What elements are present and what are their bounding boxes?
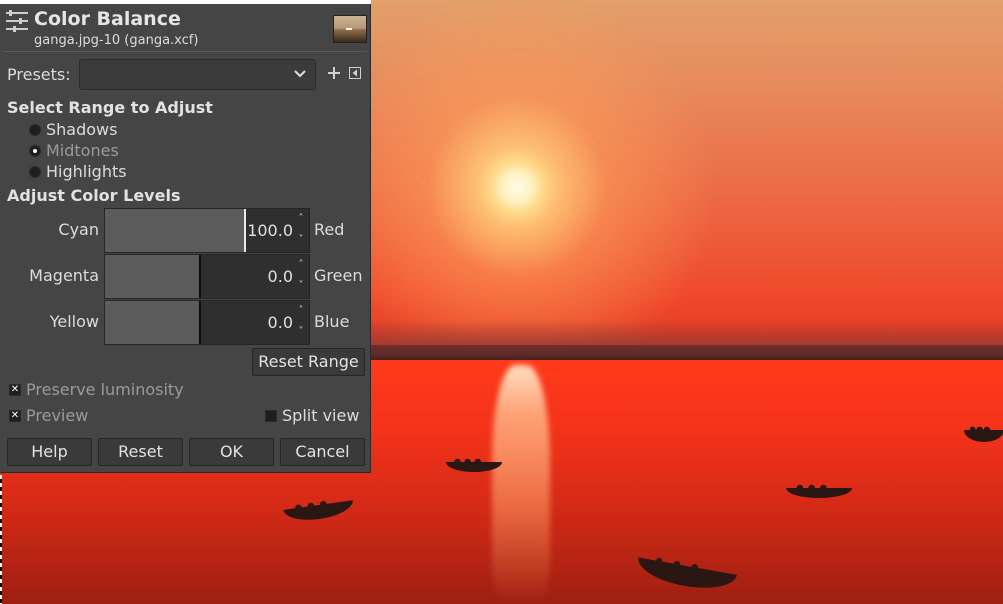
chevron-down-icon: [294, 70, 306, 78]
dialog-top-edge: [0, 0, 371, 4]
reset-range-button[interactable]: Reset Range: [252, 348, 365, 376]
dialog-subtitle: ganga.jpg-10 (ganga.xcf): [34, 33, 199, 48]
range-section-title: Select Range to Adjust: [7, 98, 213, 117]
radio-highlights[interactable]: [29, 166, 41, 178]
slider-left-label-cyan: Cyan: [58, 220, 99, 239]
spin-up-icon[interactable]: ˄: [295, 301, 307, 322]
sun-reflection: [492, 365, 550, 604]
triangle-left-icon[interactable]: [347, 66, 363, 82]
plus-icon[interactable]: [326, 66, 342, 82]
slider-marker: [199, 301, 201, 344]
magenta-green-value[interactable]: 0.0: [268, 267, 293, 286]
slider-right-label-red: Red: [314, 220, 345, 239]
spin-buttons[interactable]: ˄ ˅: [295, 301, 307, 344]
reset-button[interactable]: Reset: [98, 438, 183, 466]
image-thumbnail: [333, 15, 367, 43]
magenta-green-slider[interactable]: 0.0 ˄ ˅: [104, 254, 310, 299]
spin-up-icon[interactable]: ˄: [295, 255, 307, 276]
spin-buttons[interactable]: ˄ ˅: [295, 209, 307, 252]
slider-left-label-magenta: Magenta: [29, 266, 99, 285]
cyan-red-value[interactable]: 100.0: [247, 221, 293, 240]
header-divider: [4, 51, 367, 52]
help-button[interactable]: Help: [7, 438, 92, 466]
ok-button[interactable]: OK: [189, 438, 274, 466]
presets-combo[interactable]: [79, 59, 316, 90]
radio-label-midtones[interactable]: Midtones: [46, 141, 119, 160]
yellow-blue-slider[interactable]: 0.0 ˄ ˅: [104, 300, 310, 345]
spin-down-icon[interactable]: ˅: [295, 276, 307, 297]
preview-label[interactable]: Preview: [26, 406, 88, 425]
slider-fill: [105, 255, 199, 298]
spin-down-icon[interactable]: ˅: [295, 322, 307, 343]
slider-marker: [199, 255, 201, 298]
preserve-luminosity-label[interactable]: Preserve luminosity: [26, 380, 184, 399]
slider-fill: [105, 301, 199, 344]
radio-midtones[interactable]: [29, 145, 41, 157]
preview-checkbox[interactable]: ✕: [9, 410, 21, 422]
radio-shadows[interactable]: [29, 124, 41, 136]
slider-right-label-blue: Blue: [314, 312, 350, 331]
split-view-checkbox[interactable]: [265, 410, 277, 422]
radio-label-shadows[interactable]: Shadows: [46, 120, 117, 139]
slider-right-label-green: Green: [314, 266, 363, 285]
cancel-button[interactable]: Cancel: [280, 438, 365, 466]
color-balance-dialog: Color Balance ganga.jpg-10 (ganga.xcf) P…: [0, 0, 371, 473]
color-balance-icon: [6, 10, 28, 32]
spin-up-icon[interactable]: ˄: [295, 209, 307, 230]
selection-marching-ants: [0, 475, 2, 604]
levels-section-title: Adjust Color Levels: [7, 186, 181, 205]
presets-label: Presets:: [7, 65, 71, 84]
spin-buttons[interactable]: ˄ ˅: [295, 255, 307, 298]
split-view-label[interactable]: Split view: [282, 406, 359, 425]
slider-marker: [244, 209, 246, 252]
cyan-red-slider[interactable]: 100.0 ˄ ˅: [104, 208, 310, 253]
preserve-luminosity-checkbox[interactable]: ✕: [9, 384, 21, 396]
spin-down-icon[interactable]: ˅: [295, 230, 307, 251]
slider-fill: [105, 209, 245, 252]
radio-label-highlights[interactable]: Highlights: [46, 162, 127, 181]
yellow-blue-value[interactable]: 0.0: [268, 313, 293, 332]
slider-left-label-yellow: Yellow: [49, 312, 99, 331]
dialog-title: Color Balance: [34, 8, 181, 30]
